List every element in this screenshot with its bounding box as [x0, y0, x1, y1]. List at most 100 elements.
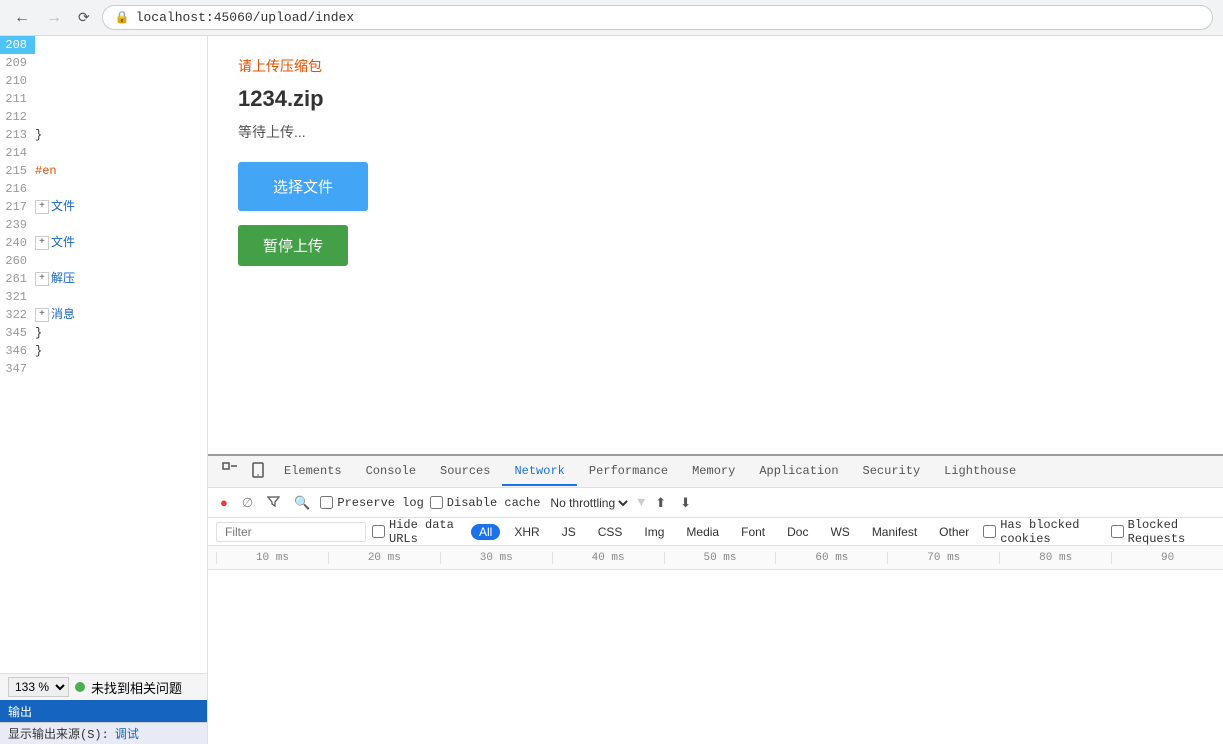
zoom-select[interactable]: 133 %	[8, 677, 69, 697]
tab-lighthouse[interactable]: Lighthouse	[932, 458, 1028, 486]
timeline-ruler: 10 ms 20 ms 30 ms 40 ms 50 ms 60 ms 70 m…	[208, 546, 1223, 570]
line-number-240: 240	[0, 234, 35, 252]
blocked-requests-label[interactable]: Blocked Requests	[1111, 518, 1215, 546]
ruler-mark-70ms: 70 ms	[887, 552, 999, 564]
code-line-346: 346 }	[0, 342, 207, 360]
code-line-213: 213 }	[0, 126, 207, 144]
ruler-mark-40ms: 40 ms	[552, 552, 664, 564]
ruler-mark-50ms: 50 ms	[664, 552, 776, 564]
preserve-log-label[interactable]: Preserve log	[320, 496, 423, 510]
output-panel: 输出	[0, 700, 207, 722]
tab-network[interactable]: Network	[502, 458, 576, 486]
refresh-button[interactable]: ⟳	[74, 7, 94, 28]
code-line-210: 210	[0, 72, 207, 90]
code-text-345: }	[35, 324, 42, 342]
code-bottom-bar: 133 % 未找到相关问题	[0, 673, 207, 700]
line-number-321: 321	[0, 288, 35, 306]
line-number-214: 214	[0, 144, 35, 162]
lock-icon: 🔒	[115, 10, 130, 25]
source-row: 显示输出来源(S): 调试	[0, 722, 207, 744]
ruler-mark-30ms: 30 ms	[440, 552, 552, 564]
url-text: localhost:45060/upload/index	[136, 10, 354, 25]
timeline-body	[208, 570, 1223, 744]
clear-button[interactable]: ∅	[238, 493, 257, 513]
blocked-requests-text: Blocked Requests	[1128, 518, 1215, 546]
line-number-322: 322	[0, 306, 35, 324]
expand-btn-261[interactable]: +	[35, 272, 49, 286]
line-number-216: 216	[0, 180, 35, 198]
search-icon-btn[interactable]: 🔍	[290, 493, 314, 513]
filter-tag-css[interactable]: CSS	[590, 524, 631, 540]
output-title: 输出	[8, 706, 32, 720]
tab-performance[interactable]: Performance	[577, 458, 680, 486]
expand-btn-217[interactable]: +	[35, 200, 49, 214]
select-file-button[interactable]: 选择文件	[238, 162, 368, 211]
filter-tag-manifest[interactable]: Manifest	[864, 524, 925, 540]
tab-security[interactable]: Security	[851, 458, 933, 486]
browser-chrome: ← → ⟳ 🔒 localhost:45060/upload/index	[0, 0, 1223, 36]
export-button[interactable]: ⬇	[676, 493, 695, 513]
filter-icon-btn[interactable]	[263, 493, 284, 513]
page-content: 请上传压缩包 1234.zip 等待上传... 选择文件 暂停上传	[208, 36, 1223, 454]
source-label: 显示输出来源(S):	[8, 725, 109, 742]
code-line-211: 211	[0, 90, 207, 108]
code-line-217: 217 + 文件	[0, 198, 207, 216]
green-dot	[75, 682, 85, 692]
line-number-210: 210	[0, 72, 35, 90]
filter-input[interactable]	[216, 522, 366, 542]
filter-tag-doc[interactable]: Doc	[779, 524, 816, 540]
filter-tag-img[interactable]: Img	[636, 524, 672, 540]
devtools-device-icon[interactable]	[244, 458, 272, 485]
disable-cache-checkbox[interactable]	[430, 496, 443, 509]
code-text-346: }	[35, 342, 42, 360]
code-line-212: 212	[0, 108, 207, 126]
record-button[interactable]: ●	[216, 493, 232, 512]
devtools-inspect-icon[interactable]	[216, 458, 244, 485]
tab-memory[interactable]: Memory	[680, 458, 747, 486]
line-number-345: 345	[0, 324, 35, 342]
address-bar: 🔒 localhost:45060/upload/index	[102, 5, 1213, 30]
hide-data-urls-text: Hide data URLs	[389, 518, 465, 546]
filter-tag-media[interactable]: Media	[678, 524, 727, 540]
code-text-240: 文件	[51, 234, 75, 252]
code-line-260: 260	[0, 252, 207, 270]
ruler-mark-20ms: 20 ms	[328, 552, 440, 564]
code-line-347: 347	[0, 360, 207, 378]
line-number-212: 212	[0, 108, 35, 126]
blocked-requests-checkbox[interactable]	[1111, 525, 1124, 538]
pause-upload-button[interactable]: 暂停上传	[238, 225, 348, 266]
expand-btn-240[interactable]: +	[35, 236, 49, 250]
filter-tag-all[interactable]: All	[471, 524, 500, 540]
disable-cache-label[interactable]: Disable cache	[430, 496, 541, 510]
code-line-261: 261 + 解压	[0, 270, 207, 288]
forward-button[interactable]: →	[42, 7, 66, 29]
import-button[interactable]: ⬆	[651, 493, 670, 513]
code-line-240: 240 + 文件	[0, 234, 207, 252]
ruler-mark-60ms: 60 ms	[775, 552, 887, 564]
has-blocked-label[interactable]: Has blocked cookies	[983, 518, 1104, 546]
throttle-select[interactable]: No throttling	[546, 495, 631, 511]
tab-application[interactable]: Application	[747, 458, 850, 486]
line-number-209: 209	[0, 54, 35, 72]
filter-tag-font[interactable]: Font	[733, 524, 773, 540]
source-value: 调试	[115, 725, 139, 742]
has-blocked-checkbox[interactable]	[983, 525, 996, 538]
back-button[interactable]: ←	[10, 7, 34, 29]
tab-console[interactable]: Console	[354, 458, 428, 486]
ruler-mark-90: 90	[1111, 552, 1223, 564]
filter-tag-other[interactable]: Other	[931, 524, 977, 540]
tab-sources[interactable]: Sources	[428, 458, 502, 486]
devtools-tab-bar: Elements Console Sources Network Perform…	[208, 456, 1223, 488]
line-number-347: 347	[0, 360, 35, 378]
hide-data-urls-label[interactable]: Hide data URLs	[372, 518, 465, 546]
expand-btn-322[interactable]: +	[35, 308, 49, 322]
network-toolbar: ● ∅ 🔍 Preserve log Disable cache No thro…	[208, 488, 1223, 518]
preserve-log-text: Preserve log	[337, 496, 423, 510]
hide-data-urls-checkbox[interactable]	[372, 525, 385, 538]
filter-tag-ws[interactable]: WS	[822, 524, 857, 540]
code-line-345: 345 }	[0, 324, 207, 342]
filter-tag-xhr[interactable]: XHR	[506, 524, 547, 540]
filter-tag-js[interactable]: JS	[554, 524, 584, 540]
tab-elements[interactable]: Elements	[272, 458, 354, 486]
preserve-log-checkbox[interactable]	[320, 496, 333, 509]
